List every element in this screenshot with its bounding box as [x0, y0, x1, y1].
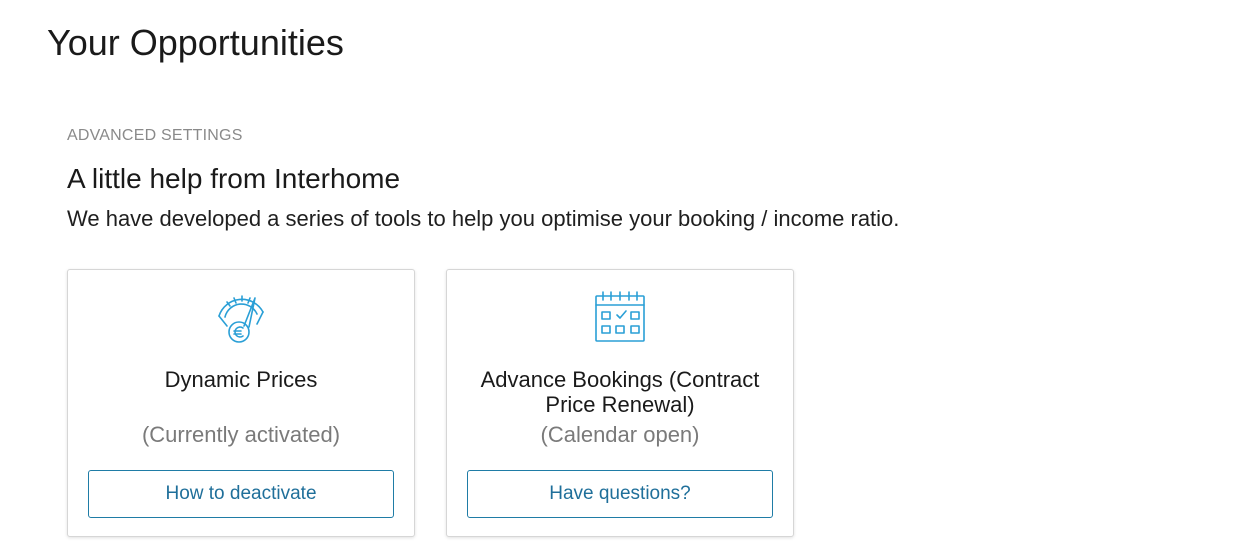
section-eyebrow: ADVANCED SETTINGS [67, 127, 243, 144]
card-status: (Currently activated) [141, 422, 341, 447]
section-description: We have developed a series of tools to h… [67, 206, 900, 231]
section-title: A little help from Interhome [67, 163, 401, 194]
advanced-settings-section: ADVANCED SETTINGS A little help from Int… [67, 126, 1167, 234]
how-to-deactivate-button[interactable]: How to deactivate [88, 470, 394, 518]
speedometer-euro-icon [211, 290, 271, 346]
card-advance-bookings: Advance Bookings (Contract Price Renewal… [446, 269, 794, 537]
card-dynamic-prices: Dynamic Prices (Currently activated) How… [67, 269, 415, 537]
have-questions-button[interactable]: Have questions? [467, 470, 773, 518]
card-status: (Calendar open) [540, 422, 700, 447]
card-title: Advance Bookings (Contract Price Renewal… [480, 367, 760, 417]
tool-cards: Dynamic Prices (Currently activated) How… [67, 269, 794, 537]
page-title: Your Opportunities [47, 22, 344, 63]
card-title: Dynamic Prices [164, 367, 318, 392]
calendar-check-icon [590, 290, 650, 346]
